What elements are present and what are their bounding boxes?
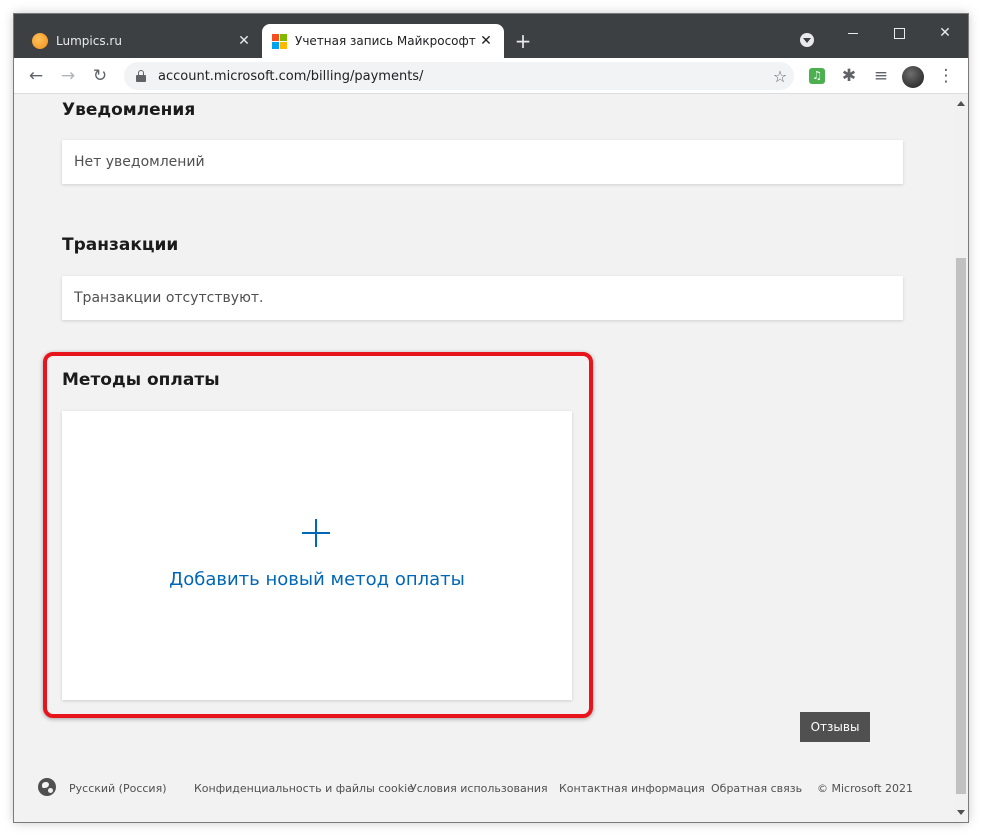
feedback-button[interactable]: Отзывы [800, 712, 870, 742]
address-bar[interactable]: account.microsoft.com/billing/payments/ … [124, 62, 794, 90]
browser-toolbar: ← → ↻ account.microsoft.com/billing/paym… [14, 58, 968, 94]
tab-search-icon[interactable] [800, 33, 814, 47]
footer-link-contact[interactable]: Контактная информация [559, 782, 705, 795]
scroll-down-icon[interactable] [957, 810, 965, 815]
tab-title: Учетная запись Майкрософт | с [295, 34, 478, 48]
tab-close-icon[interactable]: ✕ [236, 33, 252, 49]
media-control-icon[interactable]: ≡ [869, 64, 893, 88]
maximize-button[interactable] [876, 18, 922, 48]
tab-close-icon[interactable]: ✕ [478, 33, 494, 49]
scrollbar-thumb[interactable] [956, 258, 966, 794]
maximize-icon [893, 27, 905, 39]
globe-icon[interactable] [38, 778, 56, 796]
lock-icon[interactable] [136, 70, 146, 82]
footer-link-privacy[interactable]: Конфиденциальность и файлы cookie [194, 782, 414, 795]
tab-strip: Lumpics.ru ✕ Учетная запись Майкрософт |… [14, 14, 968, 58]
tab-lumpics[interactable]: Lumpics.ru ✕ [22, 24, 262, 58]
new-tab-button[interactable]: + [512, 30, 534, 52]
microsoft-favicon-icon [272, 33, 287, 49]
footer-link-feedback[interactable]: Обратная связь [711, 782, 802, 795]
footer-copyright: © Microsoft 2021 [817, 782, 914, 795]
scroll-up-icon[interactable] [957, 101, 965, 106]
highlight-annotation [43, 352, 593, 718]
back-arrow-icon[interactable]: ← [24, 64, 48, 88]
notifications-title: Уведомления [62, 100, 196, 120]
minimize-icon [848, 32, 858, 34]
language-selector[interactable]: Русский (Россия) [69, 782, 167, 795]
url-text[interactable]: account.microsoft.com/billing/payments/ [158, 69, 766, 84]
transactions-title: Транзакции [62, 235, 179, 255]
browser-window: Lumpics.ru ✕ Учетная запись Майкрософт |… [14, 14, 968, 822]
notifications-card: Нет уведомлений [62, 140, 903, 184]
reload-icon[interactable]: ↻ [88, 64, 112, 88]
extensions-puzzle-icon[interactable]: ✱ [837, 64, 861, 88]
transactions-card: Транзакции отсутствуют. [62, 276, 903, 320]
music-extension-icon[interactable]: ♫ [809, 68, 825, 84]
menu-kebab-icon[interactable]: ⋮ [934, 64, 958, 88]
tab-title: Lumpics.ru [56, 34, 122, 48]
page-footer: Русский (Россия) Конфиденциальность и фа… [14, 778, 954, 802]
forward-arrow-icon[interactable]: → [56, 64, 80, 88]
minimize-button[interactable] [830, 18, 876, 48]
vertical-scrollbar[interactable] [954, 94, 968, 822]
tab-microsoft-account[interactable]: Учетная запись Майкрософт | с ✕ [262, 24, 504, 58]
profile-avatar[interactable] [902, 66, 924, 88]
lumpics-favicon-icon [32, 33, 48, 49]
bookmark-star-icon[interactable]: ☆ [766, 67, 794, 86]
footer-link-terms[interactable]: Условия использования [410, 782, 548, 795]
close-window-button[interactable]: ✕ [922, 18, 968, 48]
